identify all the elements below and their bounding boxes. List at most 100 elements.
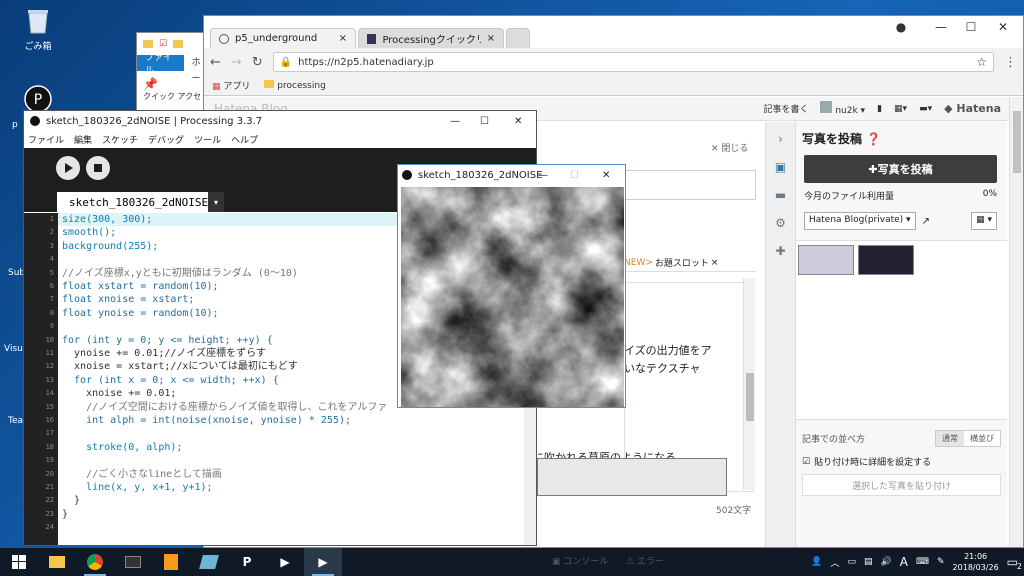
odai-close-icon[interactable]: × <box>711 258 719 268</box>
taskbar-app[interactable] <box>190 548 228 576</box>
post-photo-button[interactable]: ✚ 写真を投稿 <box>804 155 997 183</box>
line-number: 15 <box>45 402 54 411</box>
menu-debug[interactable]: デバッグ <box>148 133 184 146</box>
maximize-button[interactable]: ☐ <box>956 20 986 38</box>
recycle-bin-shortcut[interactable]: ごみ箱 <box>10 6 66 52</box>
ribbon-tab-file[interactable]: ファイル <box>137 50 184 76</box>
menu-edit[interactable]: 編集 <box>74 133 92 146</box>
taskbar-sketch-2[interactable]: ▶ <box>304 548 342 576</box>
page-scrollbar[interactable] <box>1009 97 1023 547</box>
sort-normal-button[interactable]: 通常 <box>936 431 964 446</box>
close-link[interactable]: ✕ 閉じる <box>711 141 748 154</box>
odai-bar[interactable]: NEW> お題スロット × <box>624 254 756 272</box>
taskbar-chrome[interactable] <box>76 548 114 576</box>
ide-console-tab[interactable]: ▣ コンソール <box>552 554 608 567</box>
apps-icon[interactable]: ▦▾ <box>894 104 907 114</box>
menu-help[interactable]: ヘルプ <box>231 133 258 146</box>
close-button[interactable]: ✕ <box>602 170 610 181</box>
external-link-icon[interactable]: ↗ <box>922 216 930 227</box>
tab-menu-chevron-icon[interactable]: ▾ <box>208 192 224 212</box>
minimize-button[interactable]: — <box>926 20 956 38</box>
photo-icon[interactable]: ▣ <box>775 160 786 174</box>
plus-icon[interactable]: ✚ <box>775 244 785 258</box>
people-icon[interactable]: 👤 <box>811 557 822 567</box>
taskbar-sublime[interactable] <box>152 548 190 576</box>
embedded-screenshot <box>537 458 727 496</box>
char-count: 502文字 <box>716 506 752 516</box>
chrome-menu-icon[interactable]: ⋮ <box>1004 55 1017 70</box>
sort-label: 記事での並べ方 <box>802 435 866 445</box>
pen-icon[interactable]: ✎ <box>937 557 945 567</box>
menu-tools[interactable]: ツール <box>194 133 221 146</box>
forward-arrow-icon[interactable]: → <box>231 55 242 70</box>
ide-errors-tab[interactable]: ⚠ エラー <box>626 554 664 567</box>
comment-icon[interactable]: ▬▾ <box>919 104 932 114</box>
title-input[interactable] <box>624 170 756 200</box>
article-line-2: いなテクスチャ <box>624 362 701 375</box>
notification-center-icon[interactable]: ▭ 2 <box>1007 555 1022 571</box>
reload-icon[interactable]: ↻ <box>252 55 263 70</box>
tab-close-icon[interactable]: × <box>487 33 495 44</box>
view-toggle[interactable]: ▦ ▾ <box>971 212 997 230</box>
menu-file[interactable]: ファイル <box>28 133 64 146</box>
line-number: 1 <box>49 215 54 223</box>
bookmark-apps[interactable]: ▦ アプリ <box>212 79 250 92</box>
maximize-button[interactable]: ☐ <box>480 116 489 127</box>
help-icon[interactable]: ❓ <box>866 132 881 146</box>
bookmark-star-icon[interactable]: ☆ <box>976 55 987 69</box>
user-menu[interactable]: nu2k ▾ <box>820 101 865 116</box>
keyboard-icon[interactable]: ⌨ <box>916 557 929 567</box>
bookmark-flag-icon[interactable]: ▮ <box>877 104 882 114</box>
maximize-button[interactable]: ☐ <box>570 170 579 181</box>
hatena-brand[interactable]: ◆ Hatena <box>944 102 1001 115</box>
line-number: 12 <box>45 362 54 371</box>
write-article-link[interactable]: 記事を書く <box>763 102 808 115</box>
battery-icon[interactable]: ▭ <box>848 557 857 567</box>
paste-selected-button[interactable]: 選択した写真を貼り付け <box>802 474 1001 496</box>
code-line: } <box>62 508 69 520</box>
system-tray: 👤 ︿ ▭ ▤ 🔊 A ⌨ ✎ 21:06 2018/03/26 ▭ 2 <box>811 548 1024 576</box>
photo-thumbnail[interactable] <box>798 245 854 275</box>
tab-processing-reference[interactable]: Processingクイックリファレン × <box>358 28 504 48</box>
new-tab-button[interactable] <box>506 28 530 48</box>
collapse-chevron-icon[interactable]: › <box>778 132 783 146</box>
editor-scrollbar[interactable] <box>743 278 755 490</box>
taskbar-explorer[interactable] <box>38 548 76 576</box>
page-scroll-thumb[interactable] <box>1013 111 1021 173</box>
run-button[interactable] <box>56 156 80 180</box>
start-button[interactable] <box>0 548 38 576</box>
detail-checkbox[interactable]: ☑ <box>802 457 810 467</box>
close-button[interactable]: ✕ <box>988 20 1018 38</box>
settings-gear-icon[interactable]: ⚙ <box>775 216 786 230</box>
album-select[interactable]: Hatena Blog(private) ▾ <box>804 212 916 230</box>
minimize-button[interactable]: — <box>450 116 460 127</box>
minimize-button[interactable]: — <box>538 170 548 181</box>
omnibox[interactable]: 🔒 https://n2p5.hatenadiary.jp ☆ <box>272 52 994 72</box>
sketch-tab[interactable]: sketch_180326_2dNOISE <box>57 192 221 212</box>
bookmark-processing[interactable]: processing <box>264 80 326 91</box>
editor-scroll-thumb[interactable] <box>746 373 754 421</box>
detail-label: 貼り付け時に詳細を設定する <box>814 458 932 468</box>
bookmark-folder-icon <box>264 80 275 88</box>
tab-p5-underground[interactable]: p5_underground × <box>210 28 356 48</box>
tab-close-icon[interactable]: × <box>339 33 347 44</box>
ime-indicator[interactable]: A <box>900 555 908 569</box>
sort-horizontal-button[interactable]: 横並び <box>964 431 1000 446</box>
menu-sketch[interactable]: スケッチ <box>102 133 138 146</box>
folder-icon[interactable]: ▬ <box>775 188 786 202</box>
photo-thumbnail[interactable] <box>858 245 914 275</box>
taskbar-processing[interactable]: P <box>228 548 266 576</box>
detail-setting-row[interactable]: ☑ 貼り付け時に詳細を設定する <box>802 455 1001 469</box>
stop-icon <box>94 164 102 172</box>
tray-chevron-icon[interactable]: ︿ <box>831 556 840 569</box>
network-icon[interactable]: ▤ <box>864 557 873 567</box>
back-arrow-icon[interactable]: ← <box>210 55 221 70</box>
stop-button[interactable] <box>86 156 110 180</box>
clock[interactable]: 21:06 2018/03/26 <box>953 551 999 573</box>
line-number: 24 <box>45 523 54 532</box>
taskbar-terminal[interactable] <box>114 548 152 576</box>
taskbar-sketch-1[interactable]: ▶ <box>266 548 304 576</box>
volume-icon[interactable]: 🔊 <box>881 557 892 567</box>
close-button[interactable]: ✕ <box>514 116 522 127</box>
account-icon[interactable]: ● <box>886 20 916 38</box>
